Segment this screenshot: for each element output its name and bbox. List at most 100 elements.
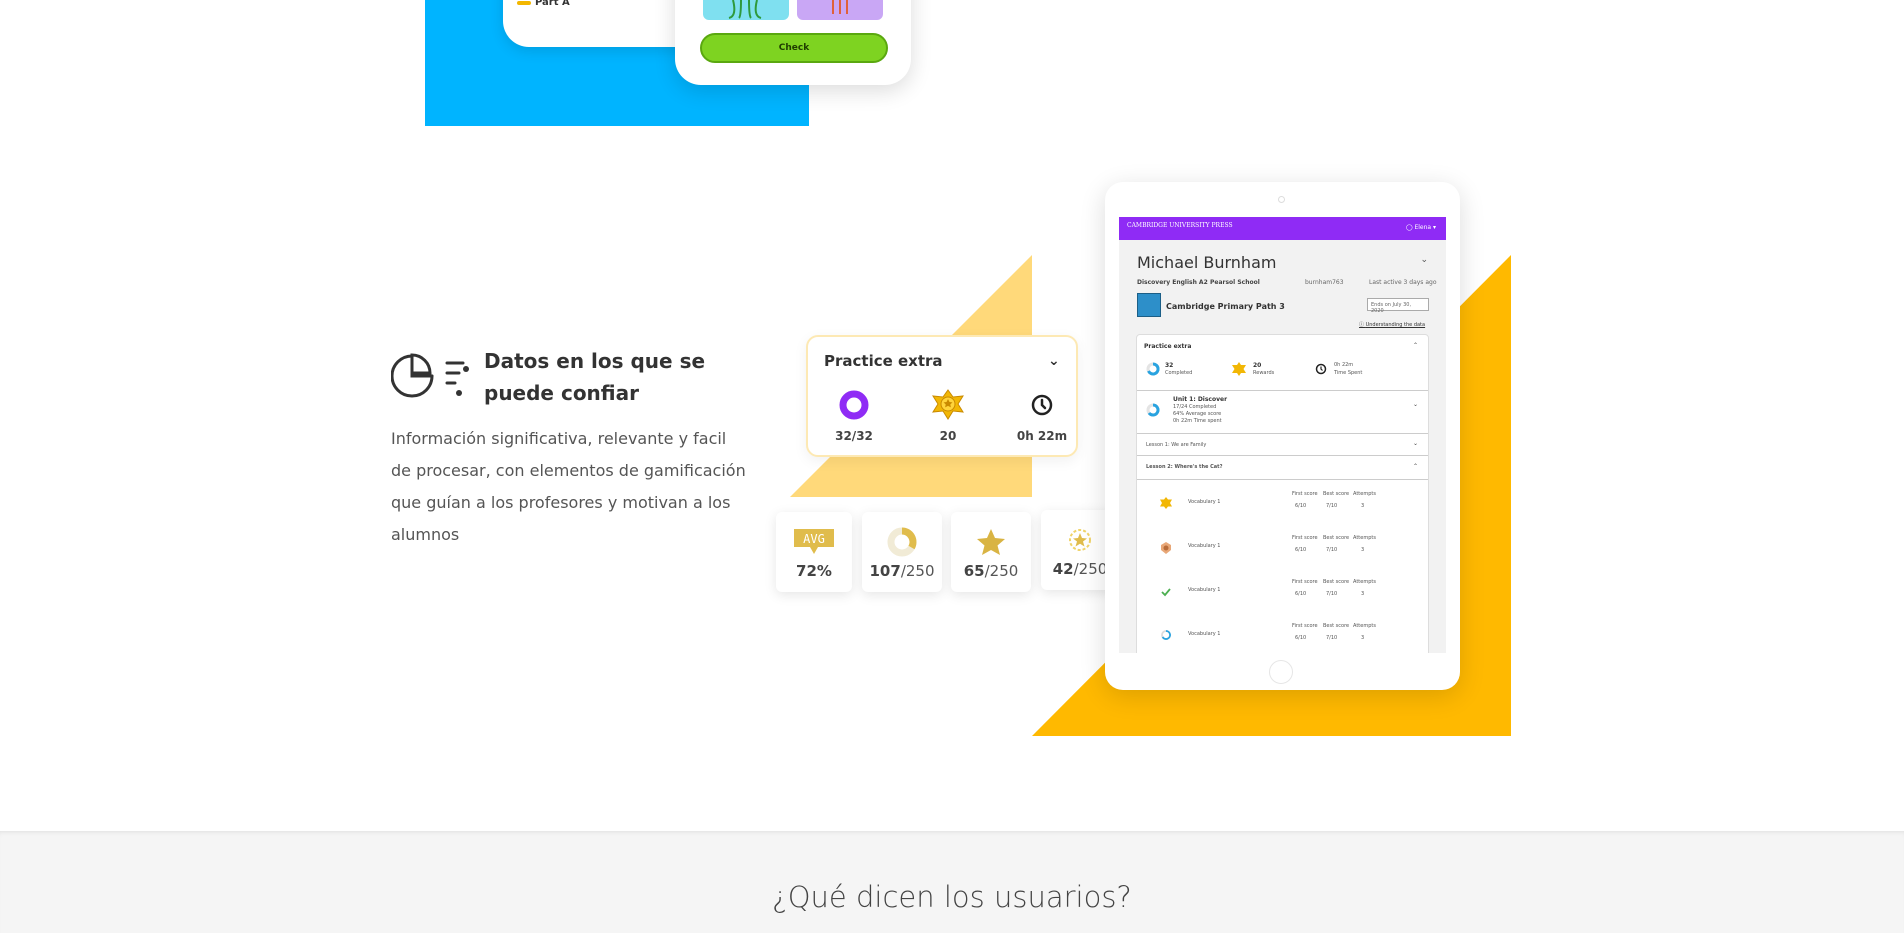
score-card-progress: 107/250 bbox=[862, 512, 942, 592]
part-marker-icon bbox=[517, 1, 531, 5]
brand-logo: CAMBRIDGE UNIVERSITY PRESS bbox=[1127, 222, 1233, 229]
student-select-chevron-icon[interactable]: ⌄ bbox=[1420, 255, 1428, 265]
testimonials-title: ¿Qué dicen los usuarios? bbox=[772, 880, 1132, 914]
list-item[interactable]: Vocabulary 1 First score Best score Atte… bbox=[1137, 568, 1428, 612]
course-title: Cambridge Primary Path 3 bbox=[1166, 302, 1285, 311]
lesson-2-title: Lesson 2: Where's the Cat? bbox=[1146, 464, 1223, 470]
medal-icon bbox=[932, 389, 964, 420]
col-best-score: Best score bbox=[1323, 491, 1350, 497]
chevron-down-icon[interactable]: ⌄ bbox=[1048, 353, 1060, 369]
practice-card-title: Practice extra bbox=[824, 352, 943, 370]
practice-extra-card: Practice extra ⌄ 32/32 20 0h 22m bbox=[806, 335, 1078, 457]
lesson-row-2[interactable]: Lesson 2: Where's the Cat? ⌃ bbox=[1137, 456, 1428, 480]
unit-title: Unit 1: Discover bbox=[1173, 396, 1228, 403]
clock-icon bbox=[1031, 394, 1053, 416]
lesson-1-title: Lesson 1: We are Family bbox=[1146, 442, 1207, 448]
col-first-score: First score bbox=[1292, 491, 1318, 497]
legs-icon bbox=[832, 0, 848, 14]
list-item[interactable]: Vocabulary 1 First score Best score Atte… bbox=[1137, 480, 1428, 524]
time-label: Time Spent bbox=[1334, 370, 1363, 376]
rewards-label: Rewards bbox=[1253, 370, 1275, 376]
chevron-up-icon[interactable]: ⌃ bbox=[1413, 342, 1418, 349]
badge-icon bbox=[1161, 542, 1171, 554]
best-score-value: 7/10 bbox=[1326, 591, 1338, 597]
unit-average: 64% Average score bbox=[1173, 411, 1222, 417]
ends-date-field[interactable]: Ends on July 30, 2020 bbox=[1367, 298, 1429, 314]
meta-school: Pearsol School bbox=[1210, 279, 1260, 286]
activity-name: Vocabulary 1 bbox=[1188, 587, 1221, 593]
col-best-score: Best score bbox=[1323, 623, 1350, 629]
completed-ring-icon bbox=[1146, 362, 1160, 376]
chevron-up-icon[interactable]: ⌃ bbox=[1413, 463, 1418, 470]
first-score-value: 6/10 bbox=[1295, 503, 1307, 509]
unit-progress-icon bbox=[1146, 403, 1160, 417]
col-first-score: First score bbox=[1292, 623, 1318, 629]
attempts-value: 3 bbox=[1361, 503, 1365, 509]
tablet-screen: CAMBRIDGE UNIVERSITY PRESS ◯ Elena ▾ Mic… bbox=[1119, 217, 1446, 653]
activity-name: Vocabulary 1 bbox=[1188, 631, 1221, 637]
list-item[interactable]: Vocabulary 1 First score Best score Atte… bbox=[1137, 612, 1428, 653]
col-first-score: First score bbox=[1292, 535, 1318, 541]
tablet-camera bbox=[1278, 196, 1285, 203]
col-attempts: Attempts bbox=[1353, 579, 1376, 585]
octopus-icon bbox=[728, 0, 762, 19]
completion-ring-icon bbox=[839, 390, 869, 420]
app-header: CAMBRIDGE UNIVERSITY PRESS ◯ Elena ▾ bbox=[1119, 217, 1446, 240]
first-score-value: 6/10 bbox=[1295, 635, 1307, 641]
best-score-value: 7/10 bbox=[1326, 547, 1338, 553]
avg-badge-icon: AVG bbox=[794, 529, 834, 554]
stat-completed: 32/32 bbox=[814, 389, 894, 443]
phone-mockup-right: Check bbox=[675, 0, 911, 85]
answer-tile-b bbox=[797, 0, 883, 20]
lesson-row-1[interactable]: Lesson 1: We are Family ⌄ bbox=[1137, 434, 1428, 456]
chevron-down-icon[interactable]: ⌄ bbox=[1413, 440, 1418, 447]
score-avg-value: 72% bbox=[796, 562, 832, 580]
progress-donut-icon bbox=[887, 527, 917, 557]
col-best-score: Best score bbox=[1323, 579, 1350, 585]
attempts-value: 3 bbox=[1361, 591, 1365, 597]
completed-label: Completed bbox=[1165, 370, 1193, 376]
col-attempts: Attempts bbox=[1353, 623, 1376, 629]
attempts-value: 3 bbox=[1361, 635, 1365, 641]
stat-time: 0h 22m bbox=[1002, 389, 1082, 443]
list-item[interactable]: Vocabulary 1 First score Best score Atte… bbox=[1137, 524, 1428, 568]
part-label: Part A bbox=[535, 0, 570, 8]
chart-filter-icon bbox=[391, 353, 469, 398]
attempts-value: 3 bbox=[1361, 547, 1365, 553]
check-icon bbox=[1161, 588, 1171, 597]
medal-icon bbox=[1160, 497, 1172, 509]
col-first-score: First score bbox=[1292, 579, 1318, 585]
star-icon bbox=[977, 529, 1005, 555]
check-button[interactable]: Check bbox=[700, 33, 888, 63]
understanding-data-link[interactable]: ⓘ Understanding the data bbox=[1359, 321, 1425, 328]
tablet-home-button bbox=[1269, 660, 1293, 684]
col-best-score: Best score bbox=[1323, 535, 1350, 541]
stat-rewards-label: 20 bbox=[939, 429, 957, 443]
practice-row[interactable]: Practice extra ⌃ 32 Completed 20 Rewards… bbox=[1137, 335, 1428, 391]
answer-tile-octopus bbox=[703, 0, 789, 20]
best-score-value: 7/10 bbox=[1326, 635, 1338, 641]
score-card-stars: 65/250 bbox=[951, 512, 1031, 592]
tablet-mockup: CAMBRIDGE UNIVERSITY PRESS ◯ Elena ▾ Mic… bbox=[1105, 182, 1460, 690]
user-menu[interactable]: ◯ Elena ▾ bbox=[1406, 224, 1436, 231]
time-value: 0h 22m bbox=[1334, 362, 1354, 368]
col-attempts: Attempts bbox=[1353, 535, 1376, 541]
unit-time: 0h 22m Time spent bbox=[1173, 418, 1222, 424]
activity-list: Vocabulary 1 First score Best score Atte… bbox=[1137, 480, 1428, 653]
student-name: Michael Burnham bbox=[1137, 253, 1277, 272]
stat-completed-label: 32/32 bbox=[835, 429, 873, 443]
rewards-medal-icon bbox=[1232, 362, 1246, 376]
chevron-down-icon[interactable]: ⌄ bbox=[1413, 401, 1418, 408]
meta-course: Discovery English A2 bbox=[1137, 279, 1208, 286]
meta-last-active: Last active 3 days ago bbox=[1369, 279, 1437, 286]
meta-username: burnham763 bbox=[1305, 279, 1344, 286]
time-clock-icon bbox=[1315, 363, 1327, 375]
best-score-value: 7/10 bbox=[1326, 503, 1338, 509]
avg-badge-text: AVG bbox=[803, 532, 825, 546]
unit-row[interactable]: Unit 1: Discover 17/24 Completed 64% Ave… bbox=[1137, 391, 1428, 434]
stat-rewards: 20 bbox=[908, 389, 988, 443]
star-badge-icon bbox=[1069, 529, 1091, 551]
first-score-value: 6/10 bbox=[1295, 547, 1307, 553]
progress-icon bbox=[1161, 630, 1171, 640]
activity-name: Vocabulary 1 bbox=[1188, 543, 1221, 549]
